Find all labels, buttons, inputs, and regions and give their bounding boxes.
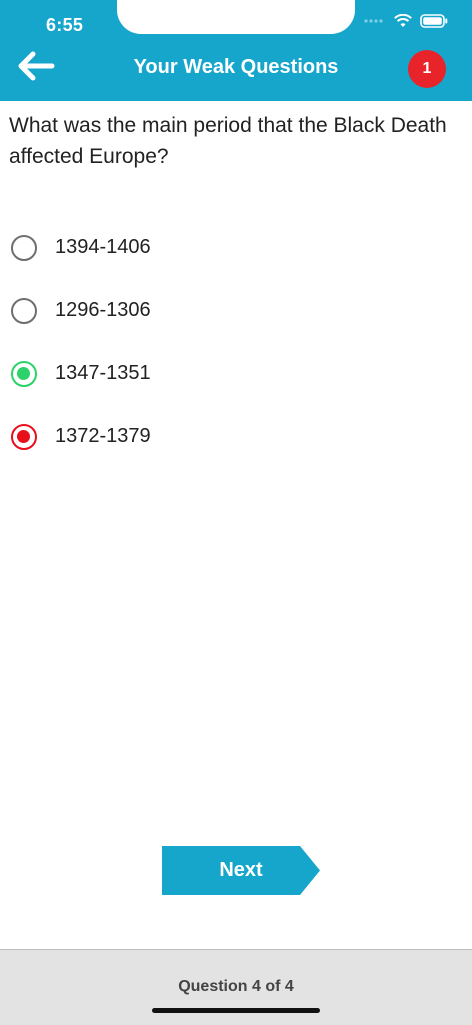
answer-option[interactable]: 1394-1406 (0, 231, 472, 271)
question-progress: Question 4 of 4 (178, 978, 294, 995)
status-time: 6:55 (46, 15, 84, 35)
answer-option-correct[interactable]: 1347-1351 (0, 357, 472, 397)
wifi-icon (394, 14, 412, 27)
radio-correct-icon[interactable] (11, 361, 37, 387)
question-text: What was the main period that the Black … (9, 114, 447, 168)
radio-unselected-icon[interactable] (11, 298, 37, 324)
next-button[interactable]: Next (162, 846, 322, 895)
option-label: 1296-1306 (55, 299, 151, 321)
radio-unselected-icon[interactable] (11, 235, 37, 261)
signal-icon (364, 19, 383, 23)
battery-icon (420, 14, 448, 28)
page-title: Your Weak Questions (133, 56, 339, 78)
radio-wrong-icon[interactable] (11, 424, 37, 450)
option-label: 1372-1379 (55, 425, 151, 447)
home-indicator[interactable] (152, 1008, 320, 1013)
status-icons (364, 14, 448, 28)
app-header: 6:55 Your Weak Questions 1 (0, 0, 472, 101)
footer-bar: Question 4 of 4 (0, 949, 472, 1025)
option-label: 1347-1351 (55, 362, 151, 384)
next-button-label: Next (219, 859, 263, 881)
answer-option[interactable]: 1296-1306 (0, 294, 472, 334)
answer-option-wrong[interactable]: 1372-1379 (0, 420, 472, 460)
device-notch (117, 0, 355, 34)
option-label: 1394-1406 (55, 236, 151, 258)
notification-badge[interactable]: 1 (408, 50, 446, 88)
